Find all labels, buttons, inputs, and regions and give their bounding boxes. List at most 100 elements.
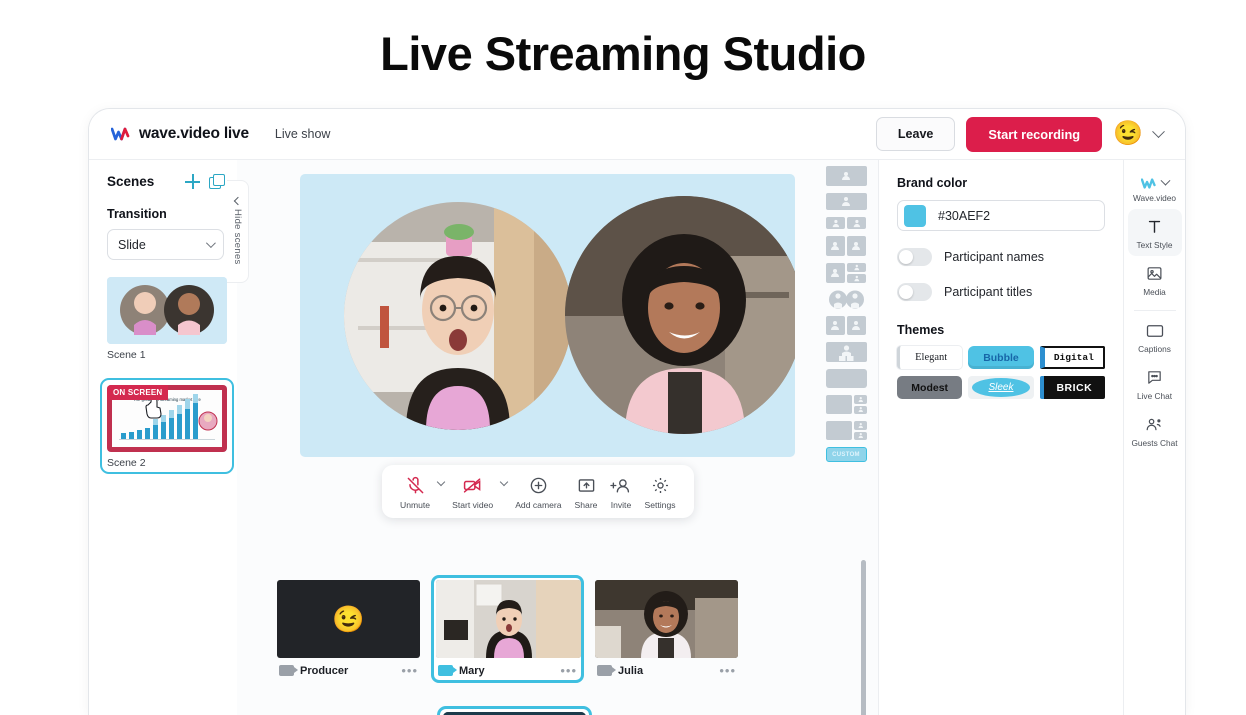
share-button[interactable]: Share [570,475,603,510]
scene-item-2[interactable]: ON SCREEN The growth of streaming market… [100,378,234,474]
app-header: wave.video live Live show Leave Start re… [89,109,1185,160]
plus-icon[interactable] [185,174,200,189]
participant-card-julia[interactable]: Julia ••• [595,580,738,683]
camera-status-icon [597,665,616,676]
theme-elegant[interactable]: Elegant [897,346,963,369]
layout-single-small[interactable] [825,193,867,210]
start-video-button[interactable]: Start video [447,475,498,510]
transition-label: Transition [107,207,167,221]
layout-custom-button[interactable]: CUSTOM [825,447,867,462]
app-window: wave.video live Live show Leave Start re… [88,108,1186,715]
rail-item-captions[interactable]: Captions [1128,313,1182,360]
more-options-icon[interactable]: ••• [719,663,736,678]
rail-item-media[interactable]: Media [1128,256,1182,303]
brand-color-label: Brand color [897,176,968,190]
wave-logo-icon [1140,178,1156,189]
invite-button[interactable]: Invite [605,475,636,510]
settings-button[interactable]: Settings [639,475,680,510]
invite-label: Invite [610,500,632,510]
text-style-icon [1146,217,1163,236]
participant-video: 😉 [277,580,420,658]
brand-color-field[interactable]: #30AEF2 [897,200,1105,231]
theme-brick[interactable]: BRICK [1039,376,1105,399]
mic-muted-icon [406,475,425,496]
theme-modest[interactable]: Modest [897,376,963,399]
stage-area: Unmute Start video Add camera Share Invi… [237,160,878,715]
avatar[interactable]: 😉 [1113,122,1143,146]
rail-label: Guests Chat [1131,438,1178,448]
layout-portrait-pair[interactable] [825,316,867,335]
camera-status-icon [279,665,298,676]
scenes-title: Scenes [107,174,155,189]
camera-off-icon [462,475,483,496]
settings-panel: Brand color #30AEF2 Participant names Pa… [878,160,1123,715]
logo-text: wave.video live [139,125,249,142]
layout-one-plus-two[interactable] [825,263,867,283]
video-canvas [300,174,795,457]
app-body: Scenes Transition Slide Scene 1 ON SCREE… [89,160,1185,715]
layout-single[interactable] [825,166,867,186]
theme-bubble[interactable]: Bubble [968,346,1034,369]
participant-card-mary[interactable]: Mary ••• [431,575,584,683]
settings-label: Settings [644,500,676,510]
captions-icon [1146,321,1164,340]
right-rail: Wave.video Text Style Media Captions Liv… [1123,160,1185,715]
rail-divider [1133,310,1176,311]
rail-item-live-chat[interactable]: Live Chat [1128,360,1182,407]
layout-content-side[interactable] [825,395,867,414]
participant-placeholder-emoji: 😉 [332,603,365,634]
participant-bubble-julia[interactable] [565,196,795,434]
page-title: Live Streaming Studio [380,27,866,80]
guests-chat-icon [1145,415,1164,434]
hide-scenes-toggle[interactable]: Hide scenes [227,180,249,283]
more-options-icon[interactable]: ••• [401,663,418,678]
layout-content-side-alt[interactable] [825,421,867,440]
add-camera-button[interactable]: Add camera [510,475,566,510]
brand-color-swatch[interactable] [904,204,926,227]
layout-two-equal[interactable] [825,236,867,256]
theme-digital[interactable]: Digital [1039,346,1105,369]
participant-names-toggle[interactable] [897,248,932,266]
app-logo[interactable]: wave.video live [111,125,249,143]
duplicate-icon[interactable] [209,174,225,189]
layout-presenter-with-row[interactable] [825,342,867,362]
rail-item-guests-chat[interactable]: Guests Chat [1128,407,1182,454]
chevron-down-icon [205,238,216,249]
rail-label: Wave.video [1132,193,1177,203]
hide-scenes-label: Hide scenes [232,209,243,265]
transition-select[interactable]: Slide [107,229,224,260]
share-screen-icon [577,475,596,496]
rail-item-text-style[interactable]: Text Style [1127,209,1182,256]
scenes-header: Scenes [107,174,225,189]
scene-thumbnail: ON SCREEN The growth of streaming market… [107,385,227,452]
scene-thumbnail [107,277,227,344]
participant-titles-row[interactable]: Participant titles [897,283,1105,301]
mic-options-chevron-icon[interactable] [436,477,446,487]
participant-name: Mary [459,664,485,677]
participant-titles-toggle[interactable] [897,283,932,301]
camera-options-chevron-icon[interactable] [499,477,509,487]
participant-name: Producer [300,664,349,677]
leave-button[interactable]: Leave [875,117,956,151]
scene-item-1[interactable]: Scene 1 [107,277,227,361]
layout-circles[interactable] [826,290,867,309]
layout-presets: CUSTOM [822,166,870,462]
stage-scrollbar[interactable] [861,560,866,715]
start-recording-button[interactable]: Start recording [966,116,1103,152]
participant-video [595,580,738,658]
more-options-icon[interactable]: ••• [560,663,577,678]
rail-label: Live Chat [1136,391,1173,401]
participant-names-label: Participant names [944,250,1045,264]
theme-sleek[interactable]: Sleek [968,376,1034,399]
layout-blank[interactable] [825,369,867,388]
chevron-down-icon[interactable] [1160,175,1170,186]
participant-card-producer[interactable]: 😉 Producer ••• [277,580,420,683]
rail-item-wave-video[interactable]: Wave.video [1128,170,1182,209]
participant-names-row[interactable]: Participant names [897,248,1105,266]
participant-bubble-mary[interactable] [344,202,572,430]
unmute-button[interactable]: Unmute [395,475,435,510]
unmute-label: Unmute [400,500,431,510]
bottom-scene-preview[interactable]: The growth of streaming market size [437,706,592,715]
layout-two-small[interactable] [825,217,867,229]
chevron-down-icon[interactable] [1152,124,1165,138]
